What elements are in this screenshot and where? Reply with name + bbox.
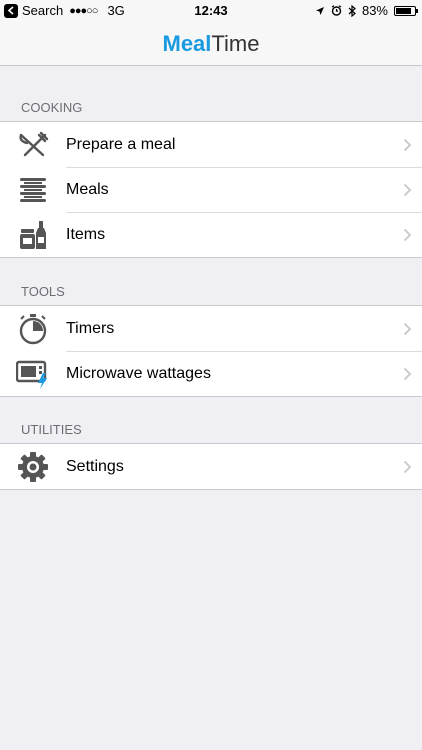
row-timers[interactable]: Timers	[0, 306, 422, 351]
status-right: 83%	[315, 3, 418, 18]
utilities-group: Settings	[0, 443, 422, 490]
fork-knife-icon	[0, 131, 66, 159]
chevron-right-icon	[392, 138, 422, 152]
tools-group: Timers Microwave wattages	[0, 305, 422, 397]
app-title-meal: Meal	[162, 30, 212, 56]
section-header-utilities: UTILITIES	[21, 422, 82, 437]
row-label: Microwave wattages	[66, 364, 211, 382]
chevron-right-icon	[392, 322, 422, 336]
status-bar: Search ●●●○○ 3G 12:43 83%	[0, 0, 422, 22]
row-settings[interactable]: Settings	[0, 444, 422, 489]
chevron-right-icon	[392, 183, 422, 197]
row-prepare-a-meal[interactable]: Prepare a meal	[0, 122, 422, 167]
row-meals[interactable]: Meals	[0, 167, 422, 212]
row-label: Prepare a meal	[66, 135, 176, 153]
battery-icon	[394, 5, 418, 16]
section-header-tools: TOOLS	[21, 284, 65, 299]
jar-and-bottle-icon	[0, 219, 66, 251]
cooking-group: Prepare a meal Meals Items	[0, 121, 422, 258]
chevron-right-icon	[392, 367, 422, 381]
alarm-icon	[331, 5, 342, 16]
microwave-bolt-icon	[0, 359, 66, 389]
row-label: Items	[66, 225, 106, 243]
battery-percent: 83%	[361, 3, 388, 18]
bluetooth-icon	[348, 4, 356, 17]
section-header-cooking: COOKING	[21, 100, 83, 115]
row-label: Settings	[66, 457, 124, 475]
stopwatch-icon	[0, 313, 66, 345]
chevron-right-icon	[392, 228, 422, 242]
row-label: Timers	[66, 319, 115, 337]
navigation-bar: Meal Time	[0, 22, 422, 66]
row-microwave-wattages[interactable]: Microwave wattages	[0, 351, 422, 396]
row-label: Meals	[66, 180, 109, 198]
location-icon	[315, 6, 324, 15]
app-title-time: Time	[211, 30, 260, 56]
stacked-plates-icon	[0, 175, 66, 205]
row-items[interactable]: Items	[0, 212, 422, 257]
gear-icon	[0, 451, 66, 483]
chevron-right-icon	[392, 460, 422, 474]
